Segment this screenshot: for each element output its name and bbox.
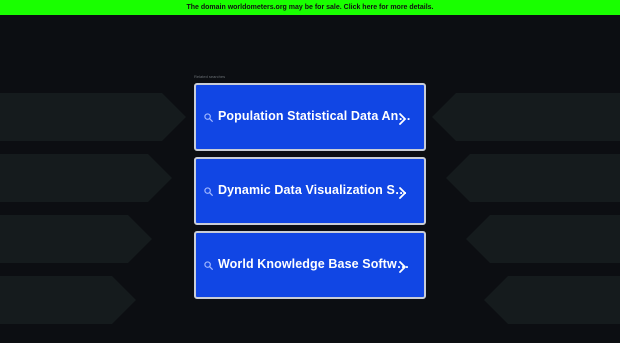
chevron-right-icon <box>399 261 406 273</box>
decorative-arrow-right-3 <box>466 215 620 263</box>
parked-domain-page: The domain worldometers.org may be for s… <box>0 0 620 343</box>
related-search-label: World Knowledge Base Softw… <box>218 257 410 271</box>
chevron-right-icon <box>399 187 406 199</box>
decorative-arrow-right-2 <box>446 154 620 202</box>
related-search-button-2[interactable]: Dynamic Data Visualization S… <box>194 157 426 225</box>
decorative-arrow-left-3 <box>0 215 152 263</box>
magnifier-icon <box>204 113 213 122</box>
decorative-arrow-left-2 <box>0 154 172 202</box>
domain-sale-banner-text: The domain worldometers.org may be for s… <box>186 4 434 11</box>
related-search-label: Dynamic Data Visualization S… <box>218 183 408 197</box>
related-search-label: Population Statistical Data An… <box>218 109 411 123</box>
related-search-button-1[interactable]: Population Statistical Data An… <box>194 83 426 151</box>
domain-sale-banner[interactable]: The domain worldometers.org may be for s… <box>0 0 620 15</box>
decorative-arrow-right-1 <box>432 93 620 141</box>
magnifier-icon <box>204 261 213 270</box>
decorative-arrow-left-4 <box>0 276 136 324</box>
related-search-button-3[interactable]: World Knowledge Base Softw… <box>194 231 426 299</box>
related-searches-label: Related searches <box>194 74 226 79</box>
decorative-arrow-right-4 <box>484 276 620 324</box>
decorative-arrow-left-1 <box>0 93 186 141</box>
magnifier-icon <box>204 187 213 196</box>
chevron-right-icon <box>399 113 406 125</box>
